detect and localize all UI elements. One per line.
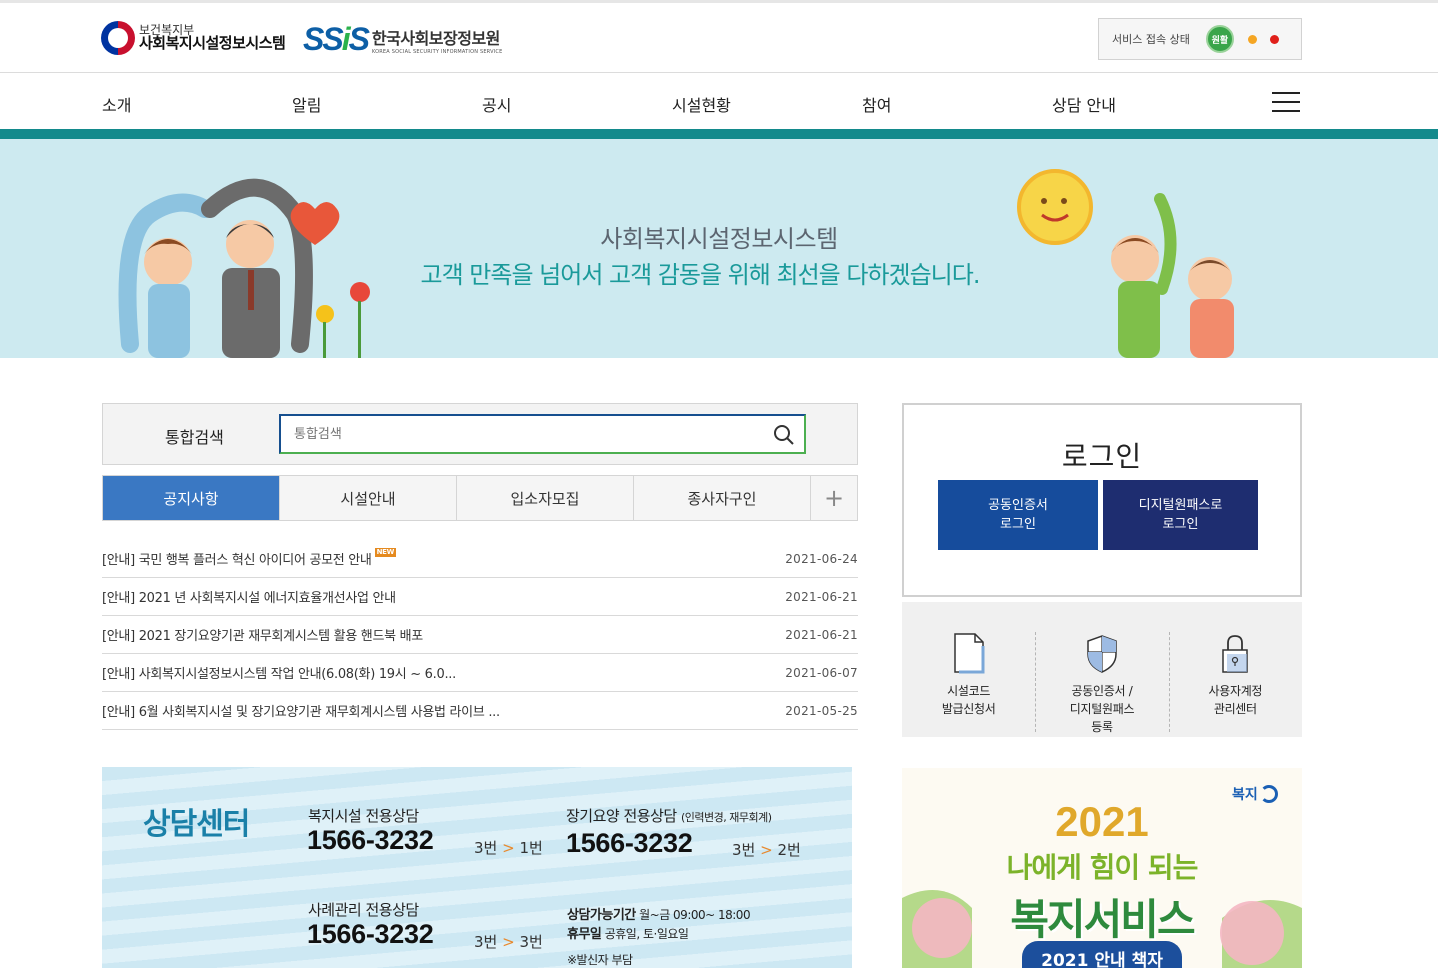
quick-link-facility-code[interactable]: 시설코드 발급신청서 — [902, 602, 1035, 737]
tab-staff-recruit[interactable]: 종사자구인 — [634, 476, 811, 520]
notice-title[interactable]: [안내] 6월 사회복지시설 및 장기요양기관 재무회계시스템 사용법 라이브 … — [102, 701, 500, 720]
welfare-main-title: 복지서비스 — [1010, 895, 1195, 944]
notice-date: 2021-06-24 — [785, 551, 858, 566]
counsel-charge-note: ※발신자 부담 — [567, 953, 633, 967]
nav-item-intro[interactable]: 소개 — [102, 92, 131, 116]
welfare-counsel-label: 복지시설 전용상담 — [308, 807, 419, 825]
quick-link-account-center[interactable]: 사용자계정 관리센터 — [1168, 602, 1302, 737]
status-bad-dot-icon — [1269, 34, 1279, 44]
shield-icon — [1087, 635, 1117, 673]
tab-facility-info[interactable]: 시설안내 — [280, 476, 457, 520]
board-tabs: 공지사항 시설안내 입소자모집 종사자구인 + — [102, 475, 858, 521]
ltc-counsel-extension: 3번 > 2번 — [732, 841, 801, 859]
nav-item-disclosure[interactable]: 공시 — [482, 92, 511, 116]
welfare-service-banner[interactable]: 복지 2021 나에게 힘이 되는 복지서비스 2021 안내 책자 — [902, 768, 1302, 968]
login-panel: 로그인 공동인증서 로그인 디지털원패스로 로그인 — [902, 403, 1302, 597]
more-plus-icon[interactable]: + — [811, 476, 857, 520]
search-input[interactable] — [279, 414, 806, 454]
welfare-year: 2021 — [1055, 798, 1149, 845]
tab-resident-recruit[interactable]: 입소자모집 — [457, 476, 634, 520]
ltc-counsel-label: 장기요양 전용상담 (인력변경, 재무회계) — [566, 807, 772, 825]
quick-links: 시설코드 발급신청서 공동인증서 / 디지털원패스 등록 사용자계정 관리센터 — [902, 602, 1302, 737]
notice-title[interactable]: [안내] 2021 장기요양기관 재무회계시스템 활용 핸드북 배포 — [102, 625, 423, 644]
notice-date: 2021-05-25 — [785, 703, 858, 718]
list-item[interactable]: [안내] 2021 장기요양기관 재무회계시스템 활용 핸드북 배포 2021-… — [102, 616, 858, 654]
ssis-logo[interactable]: SSiS 한국사회보장정보원 KOREA SOCIAL SECURITY INF… — [303, 21, 502, 58]
welfare-counsel-number: 1566-3232 — [307, 825, 434, 855]
digital-onepass-login-button[interactable]: 디지털원패스로 로그인 — [1103, 480, 1258, 550]
case-counsel-extension: 3번 > 3번 — [474, 933, 543, 951]
lock-icon — [1222, 635, 1249, 673]
ssis-english-name: KOREA SOCIAL SECURITY INFORMATION SERVIC… — [371, 48, 503, 55]
list-item[interactable]: [안내] 2021 년 사회복지시설 에너지효율개선사업 안내 2021-06-… — [102, 578, 858, 616]
quick-link-label: 공동인증서 / 디지털원패스 등록 — [1069, 684, 1135, 734]
search-icon[interactable] — [773, 424, 795, 446]
case-counsel-number: 1566-3232 — [307, 919, 434, 949]
main-navigation: 소개 알림 공시 시설현황 참여 상담 안내 — [0, 74, 1438, 130]
nav-item-participation[interactable]: 참여 — [862, 92, 891, 116]
system-name: 사회복지시설정보시스템 — [139, 34, 286, 53]
quick-link-label: 사용자계정 관리센터 — [1208, 684, 1263, 716]
notice-list: [안내] 국민 행복 플러스 혁신 아이디어 공모전 안내 NEW 2021-06… — [102, 540, 858, 730]
welfare-subtitle: 나에게 힘이 되는 — [1006, 851, 1199, 884]
counsel-title: 상담센터 — [143, 807, 250, 842]
service-status-label: 서비스 접속 상태 — [1112, 33, 1190, 46]
ministry-logo[interactable]: 보건복지부 사회복지시설정보시스템 — [101, 21, 286, 55]
search-label: 통합검색 — [165, 428, 224, 447]
nav-item-counsel-guide[interactable]: 상담 안내 — [1052, 92, 1116, 116]
case-counsel-label: 사례관리 전용상담 — [308, 901, 419, 919]
ssis-korean-name: 한국사회보장정보원 — [371, 28, 500, 48]
status-badge: 원활 — [1205, 25, 1234, 53]
nav-item-notice[interactable]: 알림 — [292, 92, 321, 116]
notice-title[interactable]: [안내] 사회복지시설정보시스템 작업 안내(6.08(화) 19시 ~ 6.0… — [102, 663, 456, 682]
header: 보건복지부 사회복지시설정보시스템 SSiS 한국사회보장정보원 KOREA S… — [0, 3, 1438, 73]
login-title: 로그인 — [1061, 440, 1143, 473]
quick-link-cert-register[interactable]: 공동인증서 / 디지털원패스 등록 — [1035, 602, 1168, 737]
document-icon — [953, 633, 985, 674]
new-badge: NEW — [374, 548, 397, 557]
notice-title[interactable]: [안내] 2021 년 사회복지시설 에너지효율개선사업 안내 — [102, 587, 396, 606]
notice-date: 2021-06-21 — [785, 627, 858, 642]
ssis-mark: SSiS — [303, 21, 370, 57]
notice-date: 2021-06-21 — [785, 589, 858, 604]
family-illustration — [1017, 169, 1234, 358]
hero-banner: 사회복지시설정보시스템 고객 만족을 넘어서 고객 감동을 위해 최선을 다하겠… — [0, 139, 1438, 358]
nav-accent-bar — [0, 129, 1438, 139]
counsel-center: 상담센터 복지시설 전용상담 1566-3232 3번 > 1번 장기요양 전용… — [102, 767, 852, 968]
counsel-hours: 상담가능기간 월~금 09:00~ 18:00 — [567, 908, 751, 923]
list-item[interactable]: [안내] 국민 행복 플러스 혁신 아이디어 공모전 안내 NEW 2021-06… — [102, 540, 858, 578]
welfare-counsel-extension: 3번 > 1번 — [474, 839, 543, 857]
welfare-guide-label: 2021 안내 책자 — [1022, 941, 1182, 968]
counsel-holidays: 휴무일 공휴일, 토·일요일 — [567, 927, 689, 942]
taeguk-emblem-icon — [101, 21, 135, 55]
ltc-counsel-number: 1566-3232 — [566, 828, 693, 858]
status-warn-dot-icon — [1247, 34, 1257, 44]
notice-date: 2021-06-07 — [785, 665, 858, 680]
hamburger-icon[interactable] — [1272, 90, 1302, 114]
nav-item-facility-status[interactable]: 시설현황 — [672, 92, 731, 116]
integrated-search: 통합검색 — [102, 403, 858, 465]
list-item[interactable]: [안내] 6월 사회복지시설 및 장기요양기관 재무회계시스템 사용법 라이브 … — [102, 692, 858, 730]
quick-link-label: 시설코드 발급신청서 — [941, 684, 996, 716]
tab-notices[interactable]: 공지사항 — [103, 476, 280, 520]
notice-title[interactable]: [안내] 국민 행복 플러스 혁신 아이디어 공모전 안내 — [102, 549, 372, 568]
cert-login-button[interactable]: 공동인증서 로그인 — [938, 480, 1098, 550]
service-status: 서비스 접속 상태 원활 — [1098, 18, 1302, 60]
list-item[interactable]: [안내] 사회복지시설정보시스템 작업 안내(6.08(화) 19시 ~ 6.0… — [102, 654, 858, 692]
